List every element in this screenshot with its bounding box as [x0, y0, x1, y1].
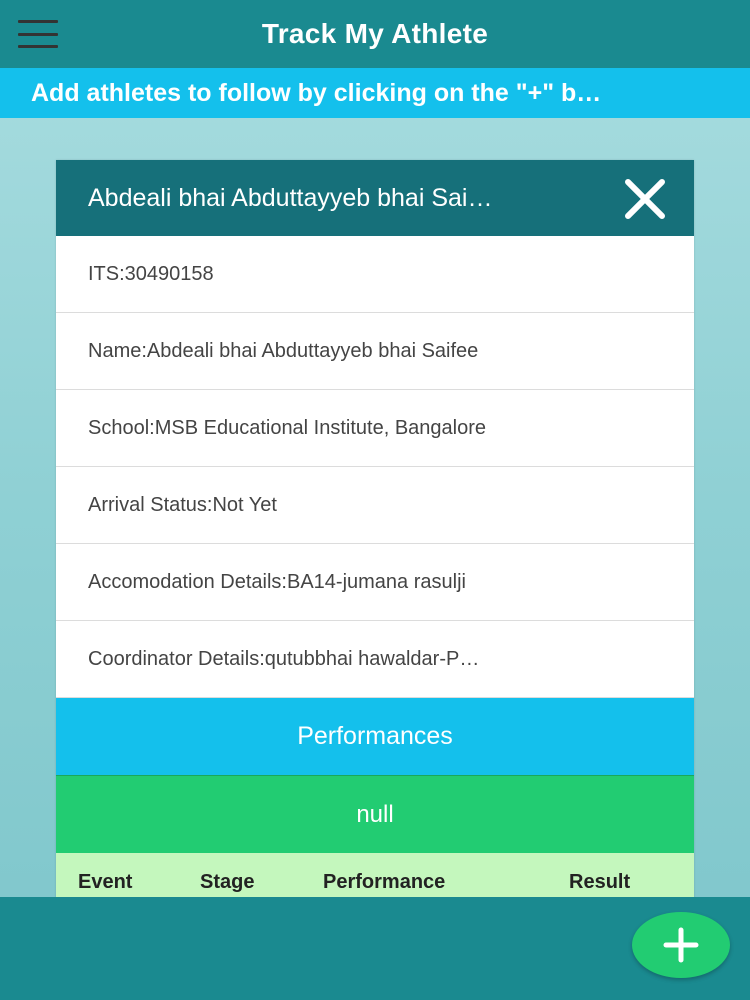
column-header-result: Result: [569, 871, 631, 893]
menu-line: [18, 45, 58, 48]
name-row: Name:Abdeali bhai Abduttayyeb bhai Saife…: [56, 313, 694, 390]
hamburger-menu-icon[interactable]: [18, 20, 58, 48]
app-title: Track My Athlete: [261, 18, 489, 49]
close-icon[interactable]: [622, 176, 668, 222]
accommodation-row: Accomodation Details:BA14-jumana rasulji: [56, 544, 694, 621]
app-header: Track My Athlete: [0, 0, 750, 68]
its-row: ITS:30490158: [56, 236, 694, 313]
column-header-performance: Performance: [323, 871, 446, 893]
plus-icon: [663, 927, 699, 963]
school-row: School:MSB Educational Institute, Bangal…: [56, 390, 694, 467]
athlete-card-header: Abdeali bhai Abduttayyeb bhai Sai…: [56, 160, 694, 236]
coordinator-row[interactable]: Coordinator Details:qutubbhai hawaldar-P…: [56, 621, 694, 698]
athlete-card: Abdeali bhai Abduttayyeb bhai Sai… ITS:3…: [56, 160, 694, 900]
add-athlete-button[interactable]: [632, 912, 730, 978]
menu-line: [18, 20, 58, 23]
column-header-stage: Stage: [200, 871, 255, 893]
performance-table-header: Event Stage Performance Result: [56, 853, 694, 900]
menu-line: [18, 32, 58, 36]
column-header-event: Event: [78, 871, 133, 893]
performance-status: null: [56, 775, 694, 853]
athlete-card-title: Abdeali bhai Abduttayyeb bhai Sai…: [88, 183, 493, 212]
arrival-status-row: Arrival Status:Not Yet: [56, 467, 694, 544]
performances-button[interactable]: Performances: [56, 698, 694, 775]
info-banner: Add athletes to follow by clicking on th…: [0, 68, 750, 118]
